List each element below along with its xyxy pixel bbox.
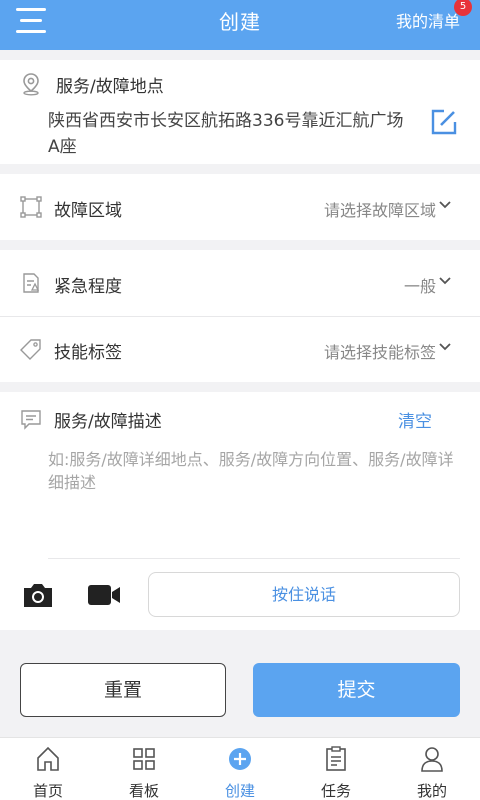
- tab-create[interactable]: 创建: [192, 738, 288, 800]
- tab-board[interactable]: 看板: [96, 738, 192, 800]
- divider: [48, 558, 460, 559]
- tag-icon: [20, 339, 41, 360]
- my-list-button[interactable]: 我的清单: [396, 8, 460, 32]
- submit-button[interactable]: 提交: [253, 663, 460, 717]
- tab-home[interactable]: 首页: [0, 738, 96, 800]
- hold-to-talk-button[interactable]: 按住说话: [148, 572, 460, 617]
- task-icon: [326, 746, 346, 771]
- fault-area-select[interactable]: 请选择故障区域: [324, 197, 436, 221]
- urgency-icon: [23, 273, 40, 293]
- edit-icon[interactable]: [430, 108, 458, 136]
- urgency-label: 紧急程度: [54, 277, 122, 297]
- skill-row[interactable]: 技能标签 请选择技能标签: [0, 316, 480, 382]
- bottom-tab-bar: 首页 看板 创建 任务 我的: [0, 737, 480, 800]
- chevron-down-icon: [439, 343, 451, 351]
- description-input[interactable]: 如:服务/故障详细地点、服务/故障方向位置、服务/故障详细描述: [48, 448, 468, 494]
- urgency-select[interactable]: 一般: [404, 273, 436, 297]
- plus-circle-icon: [229, 748, 251, 770]
- location-icon: [23, 73, 39, 96]
- camera-icon[interactable]: [22, 581, 54, 609]
- tab-label: 任务: [320, 782, 351, 800]
- tab-label: 我的: [416, 782, 447, 800]
- video-icon[interactable]: [87, 583, 121, 607]
- fault-area-row[interactable]: 故障区域 请选择故障区域: [0, 174, 480, 240]
- tab-label: 看板: [128, 782, 159, 800]
- urgency-row[interactable]: 紧急程度 一般: [0, 250, 480, 316]
- skill-select[interactable]: 请选择技能标签: [324, 339, 436, 363]
- home-icon: [37, 746, 59, 771]
- address-value: 陕西省西安市长安区航拓路336号靠近汇航广场A座: [48, 111, 404, 157]
- user-icon: [421, 747, 443, 772]
- tab-label: 首页: [32, 782, 63, 800]
- fault-area-label: 故障区域: [54, 201, 122, 221]
- address-label: 服务/故障地点: [56, 77, 164, 97]
- grid-icon: [133, 748, 155, 770]
- chevron-down-icon: [439, 201, 451, 209]
- skill-label: 技能标签: [54, 343, 122, 363]
- clear-button[interactable]: 清空: [398, 407, 432, 432]
- tab-tasks[interactable]: 任务: [288, 738, 384, 800]
- tab-label: 创建: [224, 782, 255, 800]
- description-label: 服务/故障描述: [54, 412, 162, 432]
- comment-icon: [21, 410, 41, 430]
- chevron-down-icon: [439, 277, 451, 285]
- tab-mine[interactable]: 我的: [384, 738, 480, 800]
- top-bar: 创建 我的清单 5: [0, 0, 480, 50]
- area-frame-icon: [20, 196, 42, 218]
- reset-button[interactable]: 重置: [20, 663, 226, 717]
